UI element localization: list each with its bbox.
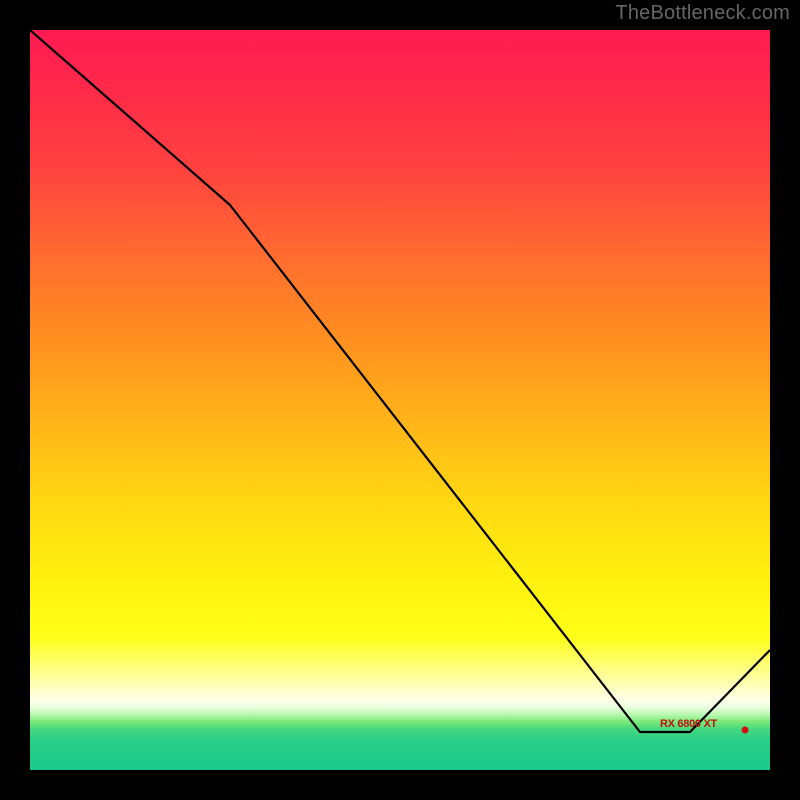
chart-container: TheBottleneck.com RX 6800 XT xyxy=(0,0,800,800)
gpu-annotation-label: RX 6800 XT xyxy=(660,718,717,730)
plot-area: RX 6800 XT xyxy=(30,30,770,770)
bottleneck-curve-line xyxy=(30,30,770,732)
line-chart-svg xyxy=(30,30,770,770)
watermark-text: TheBottleneck.com xyxy=(615,2,790,25)
gpu-marker-dot xyxy=(742,727,749,734)
